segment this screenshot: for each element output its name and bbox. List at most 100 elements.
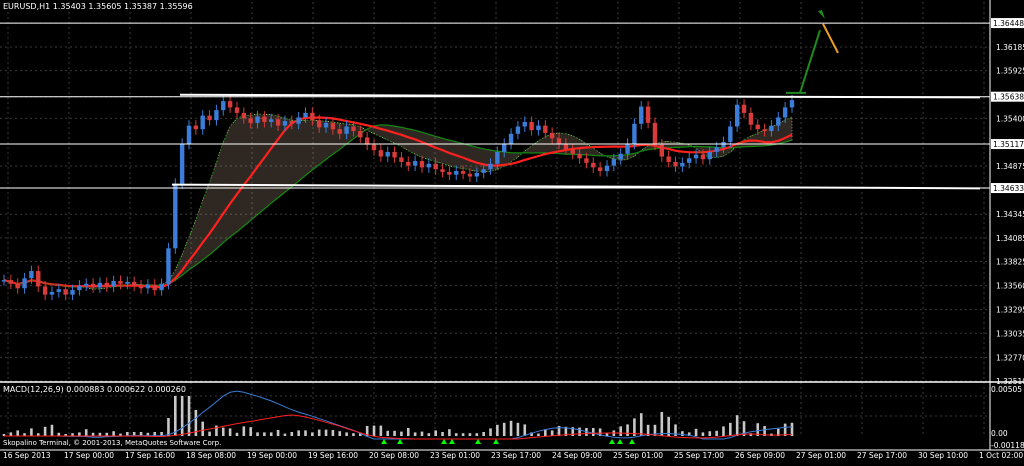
- time-tick-label: 23 Sep 17:00: [491, 451, 541, 460]
- candle-body: [179, 143, 185, 184]
- time-tick-label: 19 Sep 16:00: [308, 451, 358, 460]
- candle-body: [604, 165, 610, 172]
- macd-histogram-bar: [276, 430, 280, 436]
- macd-histogram-bar: [715, 430, 718, 436]
- macd-histogram-bar: [50, 424, 54, 436]
- candle-body: [659, 144, 665, 157]
- candle-body: [200, 115, 205, 130]
- candle-body: [159, 283, 164, 291]
- macd-histogram-bar: [379, 425, 383, 436]
- macd-header: MACD(12,26,9) 0.000883 0.000622 0.000260: [3, 385, 186, 394]
- candle-body: [687, 158, 692, 163]
- candle-body: [248, 118, 253, 123]
- candle-body: [734, 104, 740, 127]
- candle-body: [508, 133, 514, 144]
- time-tick-label: 18 Sep 08:00: [186, 451, 236, 460]
- macd-histogram-bar: [174, 396, 177, 436]
- macd-tick-label: 0.00: [991, 429, 1008, 438]
- macd-histogram-bar: [249, 427, 252, 436]
- candle-body: [495, 151, 500, 164]
- time-tick-label: 24 Sep 09:00: [552, 451, 602, 460]
- time-tick-label: 27 Sep 01:00: [796, 451, 846, 460]
- time-tick-label: 30 Sep 10:00: [918, 451, 968, 460]
- candle-body: [543, 125, 548, 133]
- macd-histogram-bar: [681, 431, 684, 436]
- candle-body: [782, 107, 788, 118]
- candle-body: [221, 101, 226, 111]
- macd-histogram-bar: [701, 432, 705, 436]
- macd-histogram-bar: [729, 422, 732, 436]
- price-tick-label: 1.33035: [996, 329, 1024, 338]
- candle-body: [214, 110, 219, 121]
- price-tick-label: 1.35400: [996, 114, 1024, 123]
- macd-histogram-bar: [187, 396, 191, 436]
- candle-body: [522, 121, 527, 127]
- candle-body: [426, 163, 432, 168]
- macd-histogram-bar: [420, 431, 424, 436]
- candle-body: [166, 248, 171, 284]
- price-tick-label: 1.34345: [996, 210, 1024, 219]
- macd-histogram-bar: [317, 429, 321, 436]
- macd-histogram-bar: [454, 433, 458, 436]
- candle-body: [392, 151, 397, 158]
- macd-histogram-bar: [256, 432, 259, 436]
- candle-body: [330, 122, 336, 130]
- macd-histogram-bar: [304, 430, 307, 436]
- macd-histogram-bar: [626, 424, 629, 436]
- time-tick-label: 26 Sep 09:00: [735, 451, 785, 460]
- candle-body: [652, 122, 658, 145]
- price-tick-label: 1.33560: [996, 282, 1024, 291]
- price-tick-label: 1.33295: [996, 306, 1024, 315]
- macd-histogram-bar: [619, 426, 622, 436]
- candle-body: [289, 121, 294, 124]
- macd-histogram-bar: [283, 433, 287, 436]
- candle-body: [70, 290, 75, 295]
- candle-body: [344, 126, 349, 134]
- candle-body: [378, 150, 384, 157]
- candle-body: [515, 126, 521, 134]
- macd-histogram-bar: [112, 431, 115, 436]
- candle-body: [549, 132, 555, 139]
- macd-histogram-bar: [84, 429, 88, 436]
- candle-body: [474, 172, 479, 177]
- macd-histogram-bar: [461, 433, 465, 436]
- price-tag-label: 1.35638: [993, 93, 1024, 102]
- macd-histogram-bar: [482, 432, 485, 436]
- macd-histogram-bar: [516, 422, 520, 436]
- candle-body: [97, 282, 103, 288]
- candle-body: [406, 161, 411, 166]
- macd-histogram-bar: [167, 418, 170, 436]
- macd-histogram-bar: [9, 432, 13, 436]
- candle-body: [42, 286, 48, 295]
- price-tag-label: 1.36448: [993, 19, 1024, 28]
- candle-body: [77, 285, 82, 291]
- macd-histogram-bar: [311, 432, 314, 436]
- macd-histogram-bar: [468, 433, 472, 436]
- candle-body: [577, 153, 582, 159]
- price-tick-label: 1.34085: [996, 234, 1024, 243]
- macd-histogram-bar: [509, 420, 513, 436]
- macd-histogram-bar: [434, 430, 437, 436]
- macd-histogram-bar: [228, 428, 232, 436]
- candle-body: [84, 283, 89, 286]
- macd-histogram-bar: [290, 432, 294, 436]
- macd-histogram-bar: [441, 432, 444, 436]
- candle-body: [186, 125, 192, 144]
- candle-body: [748, 112, 754, 125]
- time-tick-label: 1 Oct 02:00: [979, 451, 1023, 460]
- candle-body: [419, 161, 425, 168]
- candle-body: [262, 116, 267, 122]
- candle-body: [207, 115, 212, 121]
- candle-body: [241, 112, 247, 119]
- macd-histogram-bar: [722, 426, 725, 436]
- macd-histogram-bar: [201, 421, 205, 436]
- chart-window[interactable]: 1.36448 1.36185 1.35925 1.35638 1.35400 1.351…: [0, 0, 1024, 462]
- macd-histogram-bar: [386, 430, 390, 436]
- candle-body: [15, 283, 20, 289]
- macd-histogram-bar: [338, 431, 342, 436]
- macd-histogram-bar: [263, 432, 266, 436]
- candle-body: [8, 280, 14, 284]
- macd-histogram-bar: [16, 430, 20, 436]
- candle-body: [138, 285, 144, 289]
- candle-body: [1, 280, 7, 282]
